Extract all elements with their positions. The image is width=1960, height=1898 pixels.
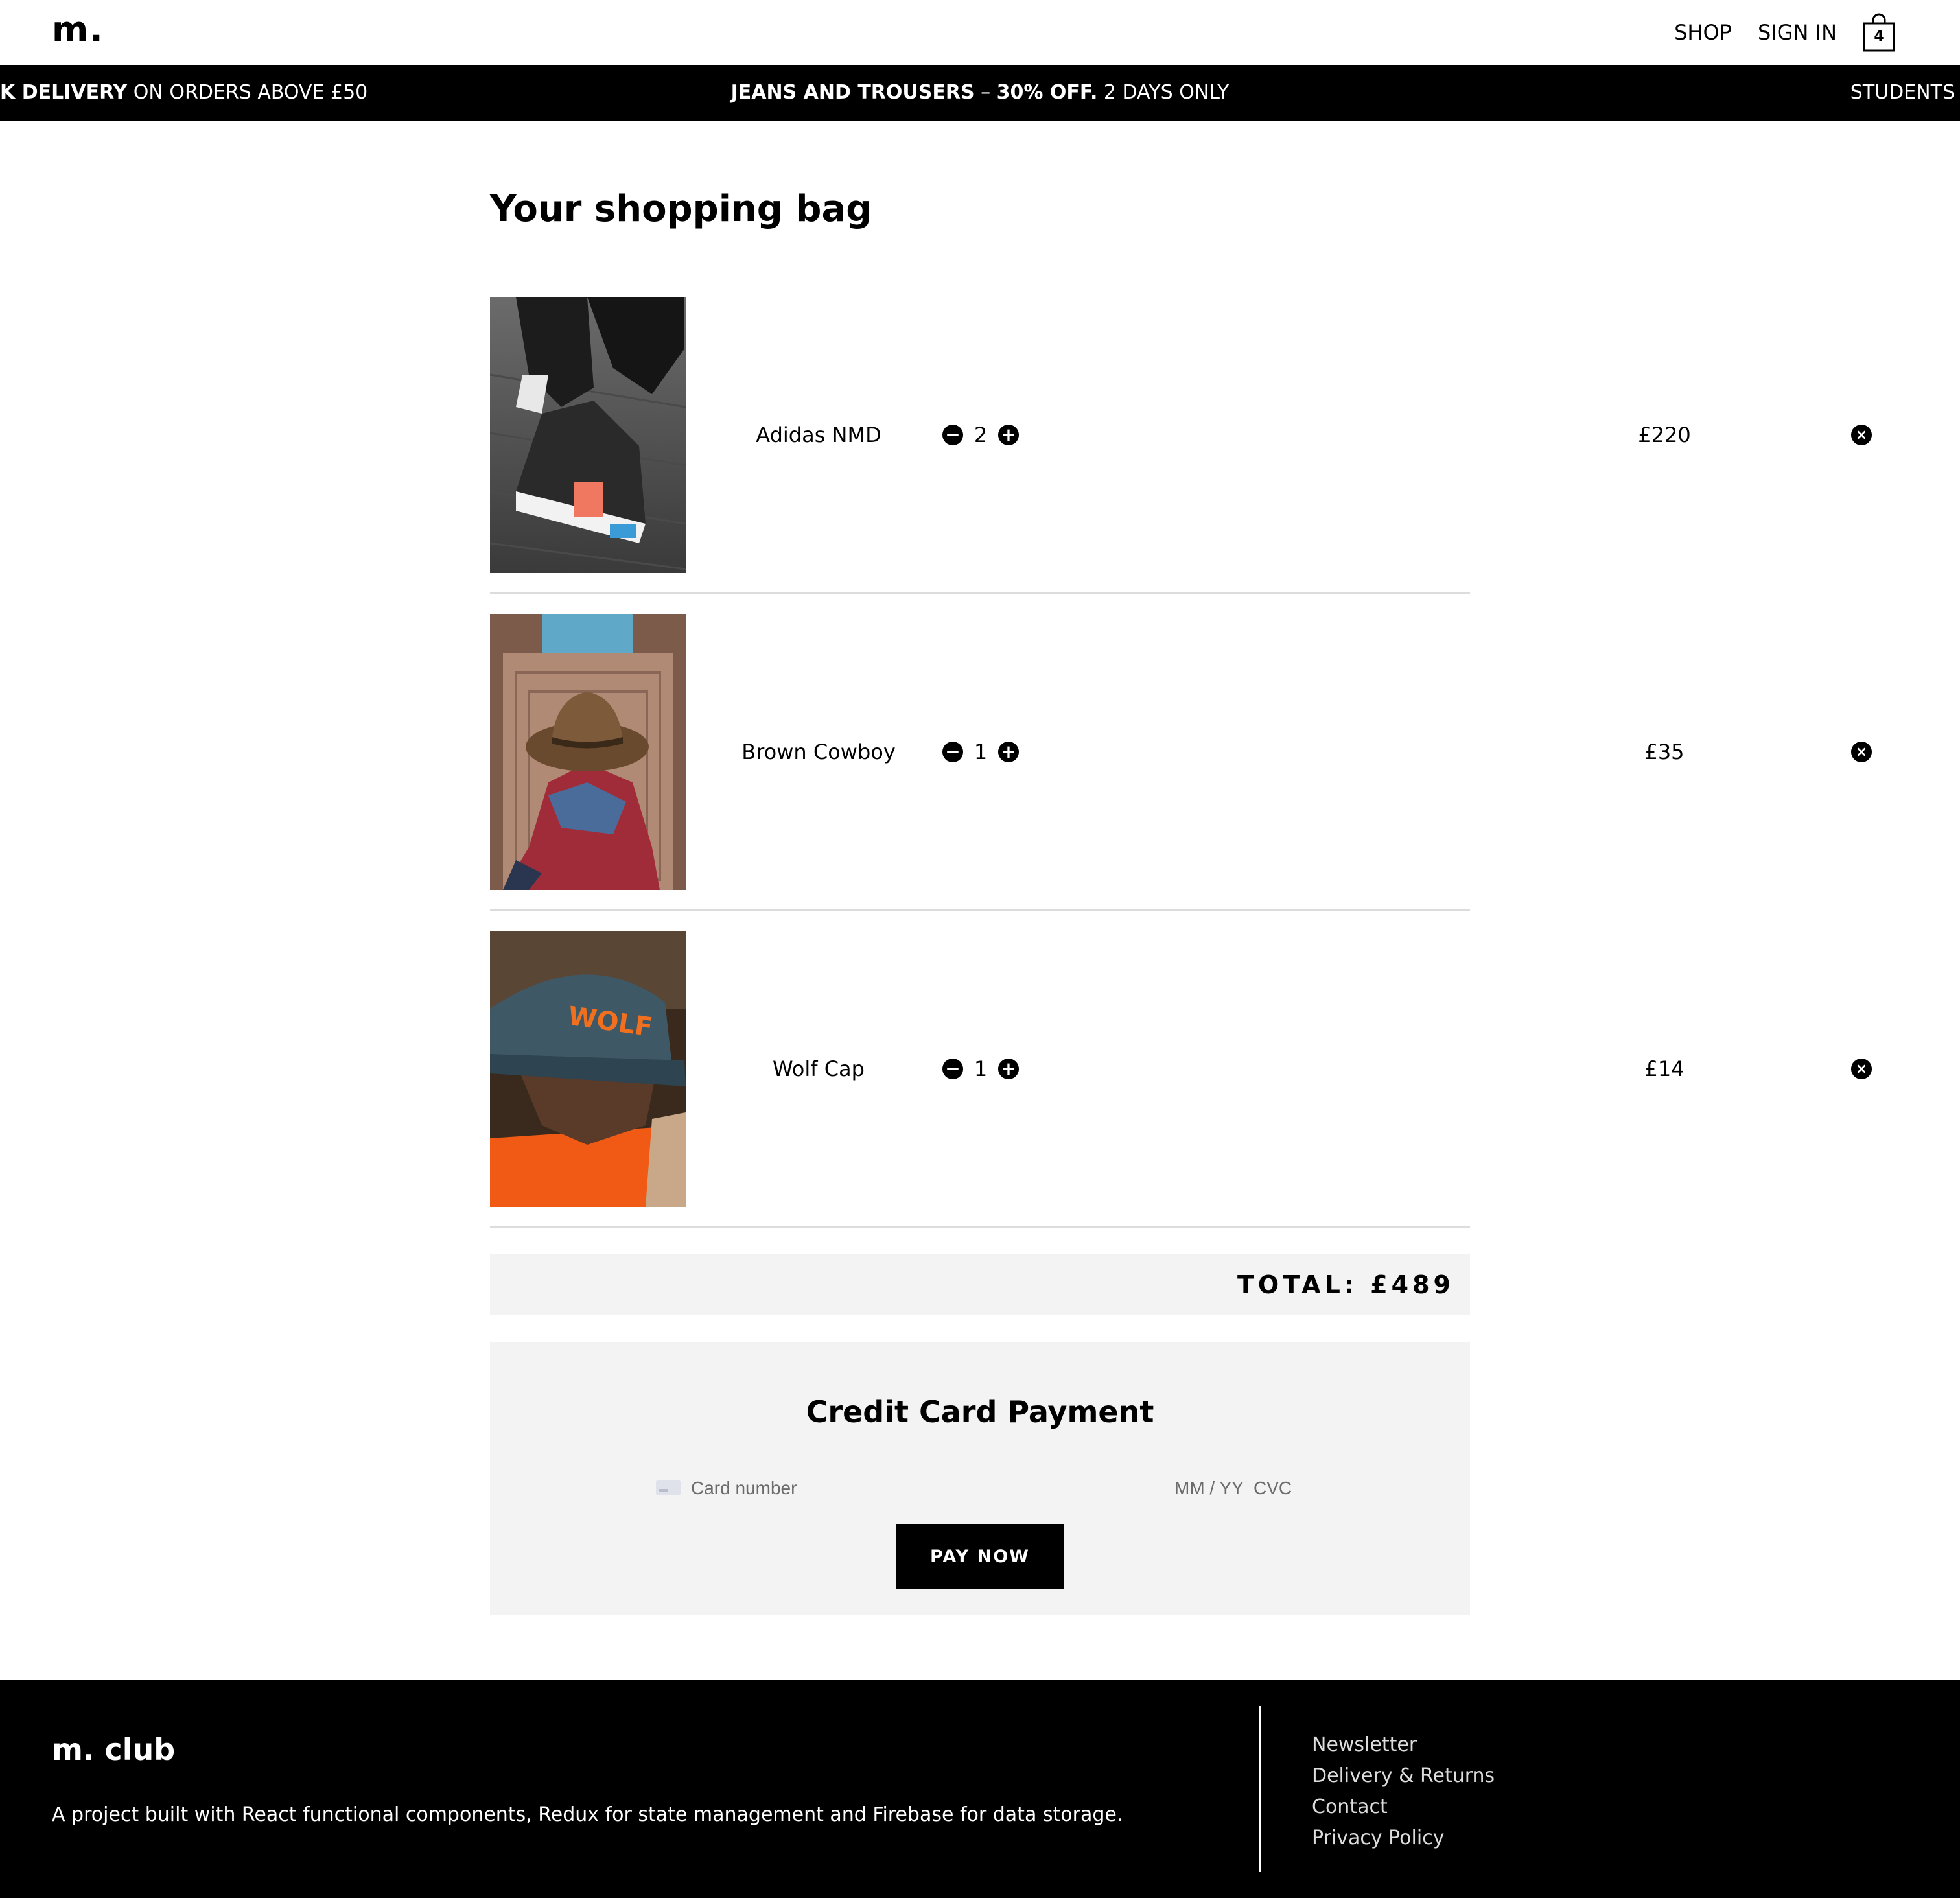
minus-icon: −: [945, 1058, 961, 1079]
cart-total-bar: TOTAL: £489: [490, 1254, 1470, 1315]
cart-item: Brown Cowboy − 1 + £35 ×: [490, 614, 1872, 911]
promo-sale-bold: JEANS AND TROUSERS: [730, 81, 975, 104]
card-input-row: [490, 1472, 1470, 1505]
quantity-value: 1: [974, 1057, 988, 1081]
decrease-quantity-button[interactable]: −: [942, 425, 963, 445]
footer-link-privacy-policy[interactable]: Privacy Policy: [1312, 1827, 1444, 1849]
footer-divider: [1259, 1706, 1261, 1872]
footer-description: A project built with React functional co…: [52, 1803, 1123, 1826]
product-price: £220: [1638, 423, 1691, 447]
page-title: Your shopping bag: [490, 188, 872, 230]
close-icon: ×: [1855, 1060, 1868, 1077]
plus-icon: +: [1001, 1058, 1016, 1079]
shopping-bag-button[interactable]: 4: [1863, 13, 1895, 52]
footer-title: m. club: [52, 1732, 176, 1767]
site-logo[interactable]: m.: [52, 9, 104, 50]
remove-item-button[interactable]: ×: [1851, 425, 1872, 445]
payment-title: Credit Card Payment: [806, 1394, 1154, 1429]
promo-sale-dash: –: [974, 81, 997, 104]
quantity-stepper: − 1 +: [490, 614, 1470, 890]
quantity-value: 2: [974, 423, 988, 447]
decrease-quantity-button[interactable]: −: [942, 1059, 963, 1079]
promo-banner: K DELIVERY ON ORDERS ABOVE £50 JEANS AND…: [0, 65, 1960, 121]
site-header: m. SHOP SIGN IN 4: [0, 0, 1960, 65]
top-nav: SHOP SIGN IN 4: [1648, 0, 1895, 65]
nav-shop-link[interactable]: SHOP: [1674, 20, 1732, 45]
product-price: £14: [1644, 1057, 1685, 1081]
pay-now-button[interactable]: PAY NOW: [896, 1524, 1064, 1589]
increase-quantity-button[interactable]: +: [998, 742, 1019, 762]
credit-card-icon: [656, 1480, 681, 1495]
product-price: £35: [1644, 740, 1685, 764]
plus-icon: +: [1001, 741, 1016, 762]
footer-links: Newsletter Delivery & Returns Contact Pr…: [1312, 1729, 1495, 1854]
card-cvc-input[interactable]: [1254, 1472, 1318, 1505]
cart-item: WOLF Wolf Cap − 1 + £14 ×: [490, 931, 1872, 1228]
footer-link-contact[interactable]: Contact: [1312, 1796, 1388, 1818]
promo-students: STUDENTS: [1850, 81, 1955, 104]
cart-item: Adidas NMD − 2 + £220 ×: [490, 297, 1872, 594]
card-number-input[interactable]: [691, 1472, 950, 1505]
plus-icon: +: [1001, 424, 1016, 445]
close-icon: ×: [1855, 744, 1868, 760]
footer-link-delivery-returns[interactable]: Delivery & Returns: [1312, 1764, 1495, 1787]
close-icon: ×: [1855, 427, 1868, 443]
increase-quantity-button[interactable]: +: [998, 425, 1019, 445]
cart-total: TOTAL: £489: [1237, 1271, 1454, 1299]
increase-quantity-button[interactable]: +: [998, 1059, 1019, 1079]
remove-item-button[interactable]: ×: [1851, 742, 1872, 762]
site-footer: m. club A project built with React funct…: [0, 1680, 1960, 1898]
nav-sign-in-link[interactable]: SIGN IN: [1758, 20, 1837, 45]
bag-count-badge: 4: [1874, 29, 1884, 45]
promo-sale-text: 2 DAYS ONLY: [1097, 81, 1230, 104]
payment-panel: Credit Card Payment PAY NOW: [490, 1342, 1470, 1615]
footer-link-newsletter[interactable]: Newsletter: [1312, 1733, 1417, 1756]
quantity-stepper: − 2 +: [490, 297, 1470, 573]
card-expiry-input[interactable]: [1174, 1472, 1252, 1505]
minus-icon: −: [945, 741, 961, 762]
quantity-stepper: − 1 +: [490, 931, 1470, 1207]
remove-item-button[interactable]: ×: [1851, 1059, 1872, 1079]
quantity-value: 1: [974, 740, 988, 764]
minus-icon: −: [945, 424, 961, 445]
promo-sale-discount: 30% OFF.: [996, 81, 1098, 104]
promo-sale: JEANS AND TROUSERS – 30% OFF. 2 DAYS ONL…: [0, 65, 1960, 121]
decrease-quantity-button[interactable]: −: [942, 742, 963, 762]
